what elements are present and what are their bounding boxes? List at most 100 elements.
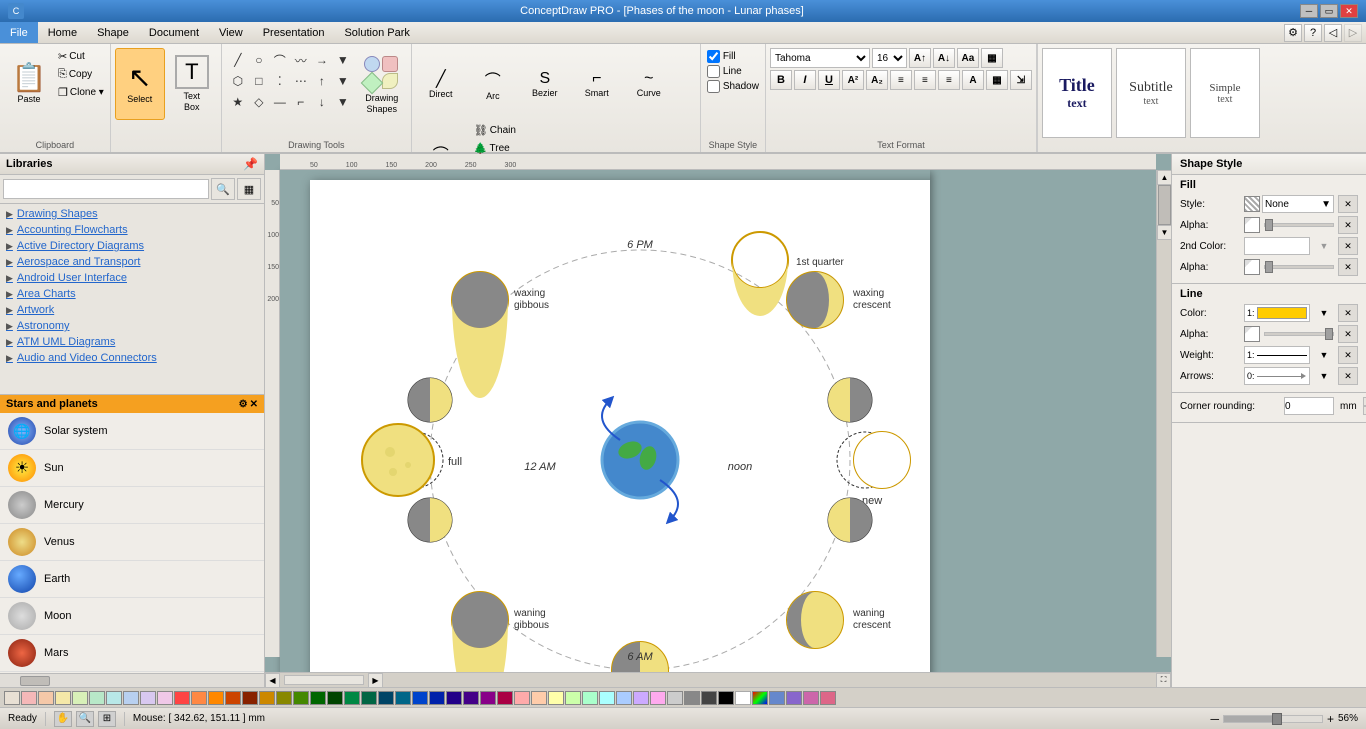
smart-button[interactable]: ⌐ Smart xyxy=(572,48,622,120)
planet-item-earth[interactable]: Earth xyxy=(0,561,264,598)
shape-diamond[interactable]: ◇ xyxy=(249,92,269,112)
font-select[interactable]: Tahoma xyxy=(770,48,870,68)
swatch-yellow1[interactable] xyxy=(55,691,71,705)
swatch-teal2[interactable] xyxy=(395,691,411,705)
menu-shape[interactable]: Shape xyxy=(87,22,139,43)
vertical-scrollbar[interactable]: ▲ ▼ xyxy=(1156,170,1171,657)
arrows-reset-btn[interactable]: ✕ xyxy=(1338,367,1358,385)
underline-btn[interactable]: U xyxy=(818,70,840,90)
swatch-mint[interactable] xyxy=(89,691,105,705)
strikethrough-btn[interactable]: A² xyxy=(842,70,864,90)
swatch-darkblue2[interactable] xyxy=(429,691,445,705)
line-alpha-slider[interactable] xyxy=(1264,332,1334,336)
scroll-thumb-h[interactable] xyxy=(284,675,364,685)
swatch-purple2[interactable] xyxy=(480,691,496,705)
scroll-down-btn[interactable]: ▼ xyxy=(1157,225,1171,240)
fill-checkbox[interactable] xyxy=(707,50,720,63)
font-extra-btn[interactable]: ▦ xyxy=(981,48,1003,68)
diagram-canvas[interactable]: 1st quarter waxing gibbous xyxy=(280,170,930,672)
weight-input[interactable]: 1: xyxy=(1244,346,1310,364)
expand-btn[interactable]: ⛶ xyxy=(1156,673,1171,688)
help-icon[interactable]: ? xyxy=(1304,24,1322,42)
shape-arc[interactable]: ⌒ xyxy=(270,50,290,70)
shape-up-arrow[interactable]: ↑ xyxy=(312,71,332,91)
select-button[interactable]: ↖ Select xyxy=(115,48,165,120)
scroll-thumb-v[interactable] xyxy=(1158,185,1171,225)
swatch-gold1[interactable] xyxy=(259,691,275,705)
tree-drawing-shapes[interactable]: ▶ Drawing Shapes xyxy=(2,206,262,222)
tree-area-charts[interactable]: ▶ Area Charts xyxy=(2,286,262,302)
swatch-red1[interactable] xyxy=(174,691,190,705)
swatch-lightblue1[interactable] xyxy=(616,691,632,705)
font-aa-btn[interactable]: Aa xyxy=(957,48,979,68)
zoom-in-btn[interactable]: + xyxy=(1327,712,1334,726)
swatch-blue2[interactable] xyxy=(412,691,428,705)
text-color-btn[interactable]: A xyxy=(962,70,984,90)
swatch-blue1[interactable] xyxy=(123,691,139,705)
shape-dash[interactable]: — xyxy=(270,92,290,112)
planet-item-moon[interactable]: Moon xyxy=(0,598,264,635)
alpha-thumb[interactable] xyxy=(1265,219,1273,231)
swatch-black[interactable] xyxy=(718,691,734,705)
swatch-emerald[interactable] xyxy=(344,691,360,705)
shape-arrow-right[interactable]: → xyxy=(312,50,332,70)
swatch-violet[interactable] xyxy=(463,691,479,705)
planet-item-mercury[interactable]: Mercury xyxy=(0,487,264,524)
swatch-darkgreen2[interactable] xyxy=(310,691,326,705)
swatch-white[interactable] xyxy=(735,691,751,705)
zoom-thumb[interactable] xyxy=(1272,713,1282,725)
swatch-darkgreen1[interactable] xyxy=(293,691,309,705)
tree-active-directory[interactable]: ▶ Active Directory Diagrams xyxy=(2,238,262,254)
menu-home[interactable]: Home xyxy=(38,22,87,43)
swatch-gray[interactable] xyxy=(684,691,700,705)
cut-button[interactable]: ✂ Cut xyxy=(56,48,106,65)
line-alpha-thumb[interactable] xyxy=(1325,328,1333,340)
menu-file[interactable]: File xyxy=(0,22,38,43)
swatch-lightgray[interactable] xyxy=(667,691,683,705)
direct-button[interactable]: ╱ Direct xyxy=(416,48,466,120)
sidebar-horizontal-scrollbar[interactable] xyxy=(0,673,264,687)
swatch-cyan1[interactable] xyxy=(106,691,122,705)
paste-button[interactable]: 📋 Paste xyxy=(4,48,54,120)
zoom-slider[interactable] xyxy=(1223,715,1323,723)
second-alpha-thumb[interactable] xyxy=(1265,261,1273,273)
chain-button[interactable]: ⛓ Chain xyxy=(472,122,518,139)
swatch-brown1[interactable] xyxy=(225,691,241,705)
line-color-reset-btn[interactable]: ✕ xyxy=(1338,304,1358,322)
tree-android[interactable]: ▶ Android User Interface xyxy=(2,270,262,286)
fill-pattern-icon[interactable] xyxy=(1244,196,1260,212)
subtitle-style-box[interactable]: Subtitle text xyxy=(1116,48,1186,138)
swatch-lightgreen1[interactable] xyxy=(565,691,581,705)
pin-button[interactable]: 📌 xyxy=(243,157,258,171)
menu-presentation[interactable]: Presentation xyxy=(253,22,335,43)
arc-button[interactable]: ⌒ Arc xyxy=(468,48,518,120)
arrows-input[interactable]: 0: xyxy=(1244,367,1310,385)
shape-line[interactable]: ╱ xyxy=(228,50,248,70)
line-alpha-reset-btn[interactable]: ✕ xyxy=(1338,325,1358,343)
alpha-reset-btn[interactable]: ✕ xyxy=(1338,216,1358,234)
swatch-darkred[interactable] xyxy=(242,691,258,705)
menu-document[interactable]: Document xyxy=(139,22,209,43)
bezier-button[interactable]: S Bezier xyxy=(520,48,570,120)
shape-more3[interactable]: ▼ xyxy=(333,92,353,112)
line-checkbox[interactable] xyxy=(707,65,720,78)
line-color-dropdown[interactable]: ▼ xyxy=(1314,304,1334,322)
zoom-tool-btn[interactable]: 🔍 xyxy=(76,711,94,727)
swatch-pink1[interactable] xyxy=(21,691,37,705)
tree-artwork[interactable]: ▶ Artwork xyxy=(2,302,262,318)
shadow-checkbox[interactable] xyxy=(707,80,720,93)
scroll-up-btn[interactable]: ▲ xyxy=(1157,170,1171,185)
restore-btn[interactable]: ▭ xyxy=(1320,4,1338,18)
italic-btn[interactable]: I xyxy=(794,70,816,90)
shape-rect[interactable]: □ xyxy=(249,71,269,91)
menu-solution-park[interactable]: Solution Park xyxy=(334,22,419,43)
shape-dot-line[interactable]: ⁚ xyxy=(270,71,290,91)
horizontal-scrollbar[interactable]: ◀ ▶ ⛶ xyxy=(265,672,1171,687)
swatch-olive[interactable] xyxy=(276,691,292,705)
shape-more[interactable]: ▼ xyxy=(333,50,353,70)
align-right-btn[interactable]: ≡ xyxy=(938,70,960,90)
swatch-peach[interactable] xyxy=(38,691,54,705)
swatch-rose[interactable] xyxy=(820,691,836,705)
swatch-darkblue1[interactable] xyxy=(378,691,394,705)
shape-star[interactable]: ★ xyxy=(228,92,248,112)
